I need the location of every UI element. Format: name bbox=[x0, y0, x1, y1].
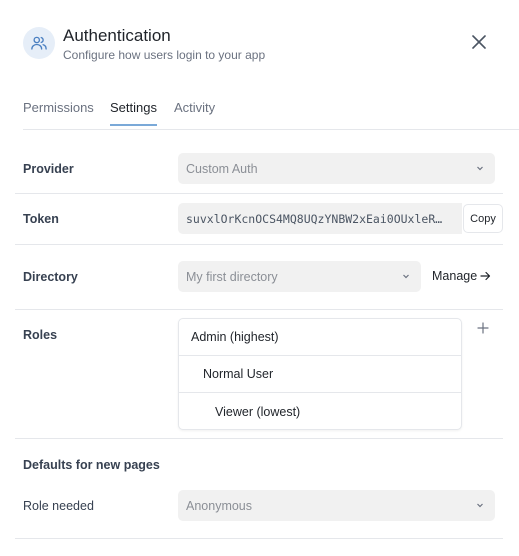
tab-activity[interactable]: Activity bbox=[174, 100, 215, 125]
role-item-normal-user[interactable]: Normal User bbox=[179, 356, 461, 393]
provider-value: Custom Auth bbox=[186, 161, 258, 176]
tab-bar: Permissions Settings Activity bbox=[23, 92, 519, 130]
role-item-viewer[interactable]: Viewer (lowest) bbox=[179, 393, 461, 430]
directory-select[interactable]: My first directory bbox=[178, 261, 421, 292]
chevron-down-icon bbox=[477, 503, 483, 508]
close-button[interactable] bbox=[471, 34, 487, 50]
users-icon bbox=[23, 27, 55, 59]
token-field[interactable]: suvxlOrKcnOCS4MQ8UQzYNBW2xEai0OUxleR… bbox=[178, 203, 462, 234]
modal-header: Authentication Configure how users login… bbox=[23, 22, 495, 66]
tab-permissions[interactable]: Permissions bbox=[23, 100, 94, 125]
manage-directory-link[interactable]: Manage bbox=[432, 269, 491, 283]
roles-label: Roles bbox=[23, 328, 58, 342]
role-needed-label: Role needed bbox=[23, 499, 94, 513]
manage-label: Manage bbox=[432, 269, 478, 283]
directory-label: Directory bbox=[23, 270, 78, 284]
close-icon bbox=[472, 35, 486, 49]
copy-button[interactable]: Copy bbox=[463, 204, 503, 233]
roles-list: Admin (highest) Normal User Viewer (lowe… bbox=[178, 318, 462, 430]
provider-row: Provider Custom Auth bbox=[15, 145, 503, 194]
defaults-section-title: Defaults for new pages bbox=[23, 458, 160, 472]
token-label: Token bbox=[23, 212, 59, 226]
divider bbox=[15, 538, 503, 539]
page-title: Authentication bbox=[63, 26, 171, 45]
token-row: Token suvxlOrKcnOCS4MQ8UQzYNBW2xEai0OUxl… bbox=[15, 194, 503, 245]
chevron-down-icon bbox=[403, 274, 409, 279]
role-item-admin[interactable]: Admin (highest) bbox=[179, 319, 461, 356]
tab-settings[interactable]: Settings bbox=[110, 100, 157, 126]
directory-value: My first directory bbox=[186, 269, 278, 284]
directory-row: Directory My first directory Manage bbox=[15, 245, 503, 310]
page-subtitle: Configure how users login to your app bbox=[63, 48, 266, 62]
chevron-down-icon bbox=[477, 166, 483, 171]
add-role-button[interactable] bbox=[477, 322, 489, 334]
arrow-right-icon bbox=[480, 271, 491, 281]
roles-row: Roles Admin (highest) Normal User Viewer… bbox=[15, 310, 503, 439]
token-value: suvxlOrKcnOCS4MQ8UQzYNBW2xEai0OUxleR… bbox=[186, 211, 443, 226]
provider-label: Provider bbox=[23, 162, 74, 176]
provider-select[interactable]: Custom Auth bbox=[178, 153, 495, 184]
role-needed-value: Anonymous bbox=[186, 498, 253, 513]
role-needed-select[interactable]: Anonymous bbox=[178, 490, 495, 521]
